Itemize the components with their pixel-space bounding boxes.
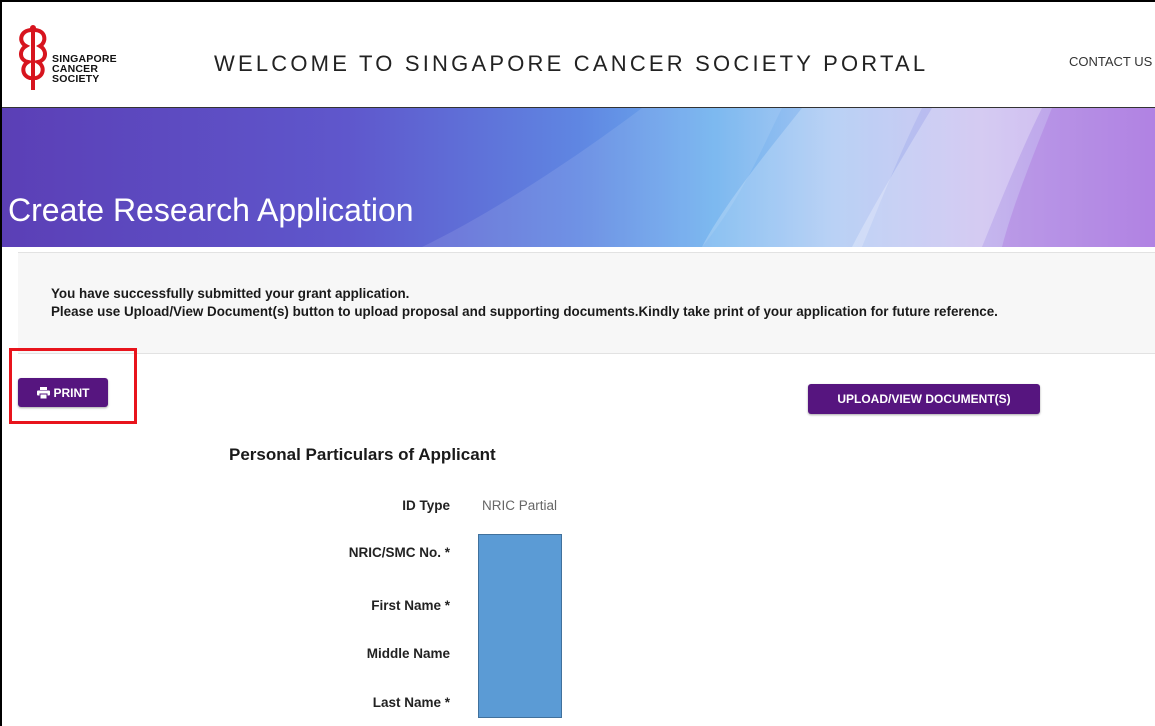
site-header: SINGAPORE CANCER SOCIETY WELCOME TO SING… (2, 2, 1155, 109)
notice-instruction-text: Please use Upload/View Document(s) butto… (51, 304, 998, 319)
contact-us-link[interactable]: CONTACT US (1069, 54, 1152, 69)
nric-smc-label: NRIC/SMC No. * (348, 545, 450, 560)
upload-view-documents-button[interactable]: UPLOAD/VIEW DOCUMENT(S) (808, 384, 1040, 414)
notice-success-text: You have successfully submitted your gra… (51, 286, 410, 301)
print-icon (36, 386, 50, 399)
success-notice: You have successfully submitted your gra… (18, 252, 1155, 354)
caduceus-logo-icon (19, 25, 47, 90)
print-button-label: PRINT (53, 385, 90, 400)
last-name-label: Last Name * (372, 695, 450, 710)
id-type-value: NRIC Partial (482, 498, 558, 513)
id-type-label: ID Type (402, 498, 450, 513)
section-title: Personal Particulars of Applicant (229, 445, 496, 464)
logo-wordmark: SINGAPORE CANCER SOCIETY (52, 54, 117, 85)
site-title: WELCOME TO SINGAPORE CANCER SOCIETY PORT… (214, 51, 929, 76)
hero-banner: Create Research Application (2, 108, 1155, 247)
logo-line: SOCIETY (52, 73, 100, 85)
middle-name-label: Middle Name (366, 646, 450, 661)
page-title: Create Research Application (8, 192, 414, 228)
first-name-label: First Name * (371, 598, 450, 613)
redacted-values-block (478, 534, 562, 718)
sca-logo[interactable]: SINGAPORE CANCER SOCIETY (16, 24, 136, 94)
print-button[interactable]: PRINT (18, 378, 108, 407)
